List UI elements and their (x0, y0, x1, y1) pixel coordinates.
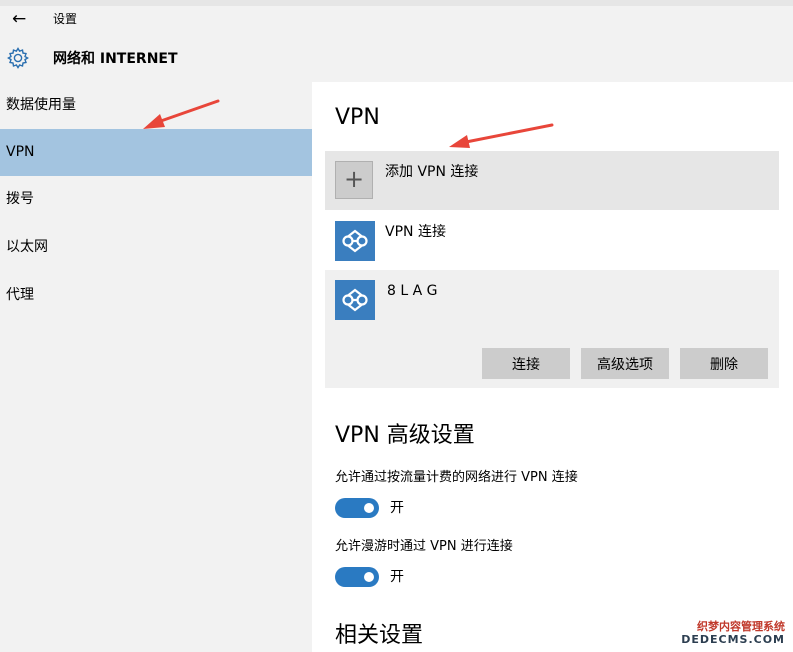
main-content: VPN + 添加 VPN 连接 VPN 连接 8 L A G 连接 高级选项 删… (312, 82, 793, 652)
roaming-vpn-toggle[interactable] (335, 567, 379, 587)
sidebar-item-vpn[interactable]: VPN (0, 129, 312, 176)
vpn-connection-item[interactable]: VPN 连接 (325, 211, 779, 269)
section-header: 网络和 INTERNET (0, 38, 793, 82)
vpn-advanced-settings-title: VPN 高级设置 (335, 423, 475, 448)
delete-button[interactable]: 删除 (680, 348, 768, 379)
vpn-connection-name: 8 L A G (387, 283, 438, 299)
metered-vpn-toggle[interactable] (335, 498, 379, 518)
roaming-vpn-setting-label: 允许漫游时通过 VPN 进行连接 (335, 539, 513, 554)
vpn-icon (335, 221, 375, 261)
sidebar-item-proxy[interactable]: 代理 (0, 272, 312, 319)
sidebar: 数据使用量 VPN 拨号 以太网 代理 (0, 82, 312, 652)
toggle-knob (364, 503, 374, 513)
section-title: 网络和 INTERNET (53, 51, 178, 67)
toggle-knob (364, 572, 374, 582)
advanced-options-button[interactable]: 高级选项 (581, 348, 669, 379)
gear-icon (6, 46, 30, 70)
watermark: 织梦内容管理系统 DEDECMS.COM (681, 620, 785, 646)
connect-button[interactable]: 连接 (482, 348, 570, 379)
title-bar: ← 设置 (0, 0, 793, 38)
related-settings-title: 相关设置 (335, 623, 424, 648)
vpn-icon (335, 280, 375, 320)
plus-icon: + (335, 161, 373, 199)
metered-vpn-setting-label: 允许通过按流量计费的网络进行 VPN 连接 (335, 470, 578, 485)
add-vpn-label: 添加 VPN 连接 (385, 164, 479, 180)
back-arrow-icon[interactable]: ← (12, 9, 26, 29)
vpn-connection-name: VPN 连接 (385, 224, 446, 240)
sidebar-item-data-usage[interactable]: 数据使用量 (0, 82, 312, 129)
sidebar-item-ethernet[interactable]: 以太网 (0, 224, 312, 271)
watermark-line2: DEDECMS.COM (681, 633, 785, 646)
vpn-connection-item-expanded[interactable]: 8 L A G 连接 高级选项 删除 (325, 270, 779, 388)
metered-vpn-toggle-state: 开 (390, 500, 404, 516)
watermark-line1: 织梦内容管理系统 (697, 620, 785, 633)
window-title: 设置 (53, 12, 78, 26)
vpn-title: VPN (335, 105, 380, 130)
add-vpn-connection-button[interactable]: + 添加 VPN 连接 (325, 151, 779, 210)
roaming-vpn-toggle-state: 开 (390, 569, 404, 585)
sidebar-item-dial-up[interactable]: 拨号 (0, 176, 312, 223)
